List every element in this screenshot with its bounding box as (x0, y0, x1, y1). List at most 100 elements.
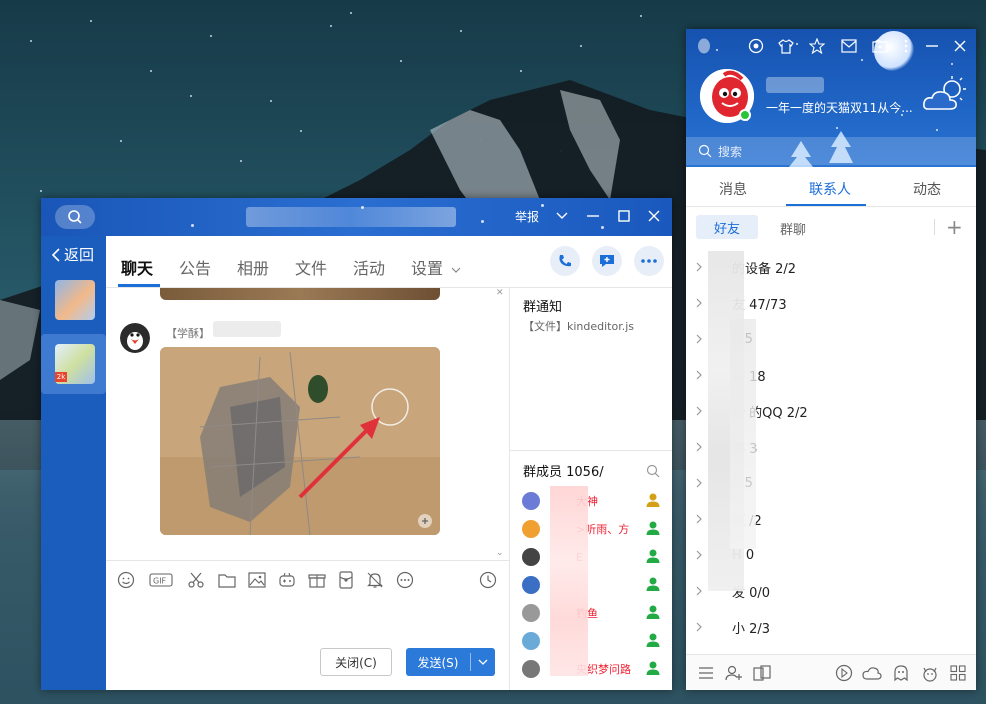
game-center-button[interactable] (891, 663, 911, 683)
main-menu-button[interactable] (696, 663, 716, 683)
add-contact-button[interactable]: + (946, 217, 963, 237)
main-tabs: 消息 联系人 动态 (686, 167, 976, 207)
close-window-button[interactable] (950, 36, 970, 56)
member-avatar (522, 660, 540, 678)
divider (510, 450, 672, 451)
tab-messages[interactable]: 消息 (719, 179, 747, 199)
screenshot-button[interactable] (186, 570, 206, 590)
report-link[interactable]: 举报 (515, 208, 539, 225)
member-row[interactable]: >听雨、方 (522, 516, 667, 542)
member-avatar (522, 604, 540, 622)
more-tools-button[interactable] (395, 570, 415, 590)
member-row[interactable] (522, 628, 667, 654)
send-file-button[interactable] (217, 570, 237, 590)
previous-image-message[interactable] (160, 288, 440, 300)
chevron-down-icon (556, 212, 568, 219)
member-avatar (522, 492, 540, 510)
app-grid-button[interactable] (948, 663, 968, 683)
close-button[interactable]: 关闭(C) (320, 648, 392, 676)
clock-icon (479, 571, 497, 589)
group-names-obscured (730, 319, 756, 549)
close-window-button[interactable] (643, 204, 665, 228)
tab-album[interactable]: 相册 (237, 255, 269, 279)
minimize-button[interactable] (582, 204, 604, 228)
minimize-icon (926, 45, 938, 47)
contact-search-input[interactable]: 搜索 (686, 137, 976, 165)
tab-settings[interactable]: 设置 (411, 255, 461, 279)
signature-text[interactable]: 一年一度的天猫双11从今... (766, 99, 913, 116)
mail-button[interactable] (839, 36, 859, 56)
search-button[interactable] (55, 205, 95, 229)
wallet-button[interactable] (870, 36, 890, 56)
member-row[interactable] (522, 572, 667, 598)
app-manager-button[interactable] (752, 663, 772, 683)
chat-tabs: 聊天 公告 相册 文件 活动 设置 (106, 236, 672, 288)
pet-button[interactable] (920, 663, 940, 683)
favorites-button[interactable] (807, 36, 827, 56)
send-options-button[interactable] (471, 659, 495, 665)
tab-announcement[interactable]: 公告 (179, 255, 211, 279)
tab-activities[interactable]: 活动 (353, 255, 385, 279)
emoji-icon (117, 571, 135, 589)
tab-files[interactable]: 文件 (295, 255, 327, 279)
tencent-video-button[interactable] (834, 663, 854, 683)
folder-icon (218, 574, 236, 588)
menu-more-button[interactable] (896, 36, 916, 56)
message-list[interactable]: ✕ 【学酥】 ⌄ (106, 288, 509, 560)
friend-group-row[interactable]: 小 2/3 (686, 609, 976, 645)
message-input[interactable]: 关闭(C) 发送(S) (106, 596, 509, 690)
online-status-icon[interactable] (739, 109, 751, 121)
segment-groups[interactable]: 群聊 (780, 219, 806, 238)
back-button[interactable]: 返回 (51, 244, 94, 265)
tab-chat[interactable]: 聊天 (121, 255, 153, 279)
tab-contacts[interactable]: 联系人 (809, 179, 851, 199)
segment-friends[interactable]: 好友 (696, 215, 758, 239)
gift-button[interactable] (307, 570, 327, 590)
satellite-image-message[interactable] (160, 347, 440, 535)
send-button[interactable]: 发送(S) (406, 648, 495, 676)
sender-avatar[interactable] (120, 323, 150, 353)
outfit-button[interactable] (776, 36, 796, 56)
emoji-button[interactable] (116, 570, 136, 590)
voice-call-button[interactable] (550, 246, 580, 276)
divider (934, 219, 935, 235)
game-button[interactable] (277, 570, 297, 590)
more-dots-icon (641, 259, 657, 263)
members-title: 群成员 1056/ (523, 465, 604, 480)
member-row[interactable]: 钓鱼 (522, 600, 667, 626)
group-notice-file[interactable]: 【文件】kindeditor.js (523, 318, 634, 334)
circle-app-icon (835, 664, 853, 682)
member-row[interactable]: 央织梦问路 (522, 656, 667, 682)
member-row[interactable]: E (522, 544, 667, 570)
add-friend-button[interactable] (724, 663, 744, 683)
notification-button[interactable] (365, 570, 385, 590)
conversation-avatar[interactable] (55, 280, 95, 320)
maximize-icon (618, 210, 630, 222)
cat-icon (923, 667, 937, 682)
member-role-icon (646, 605, 660, 619)
scroll-down-icon[interactable]: ⌄ (496, 548, 504, 558)
skin-button[interactable] (746, 36, 766, 56)
gif-button[interactable]: GIF (148, 570, 174, 590)
search-icon[interactable] (646, 464, 660, 478)
chevron-right-icon (686, 622, 712, 632)
maximize-button[interactable] (613, 204, 635, 228)
collapse-button[interactable] (551, 204, 573, 228)
red-packet-button[interactable] (336, 570, 356, 590)
send-image-button[interactable] (247, 570, 267, 590)
member-role-icon (646, 661, 660, 675)
chat-title-obscured (246, 207, 456, 227)
more-options-button[interactable] (634, 246, 664, 276)
history-button[interactable] (478, 570, 498, 590)
search-icon (698, 144, 712, 158)
tab-moments[interactable]: 动态 (913, 179, 941, 199)
weather-widget[interactable] (922, 75, 968, 119)
weiyun-button[interactable] (862, 663, 882, 683)
member-row[interactable]: 大神 (522, 488, 667, 514)
scroll-up-icon[interactable]: ✕ (496, 288, 504, 298)
minimize-button[interactable] (922, 36, 942, 56)
conversation-item-active[interactable]: 2k (41, 334, 106, 394)
friend-group-name: 小 2/3 (732, 621, 771, 637)
more-icon (396, 571, 414, 589)
add-chat-button[interactable] (592, 246, 622, 276)
